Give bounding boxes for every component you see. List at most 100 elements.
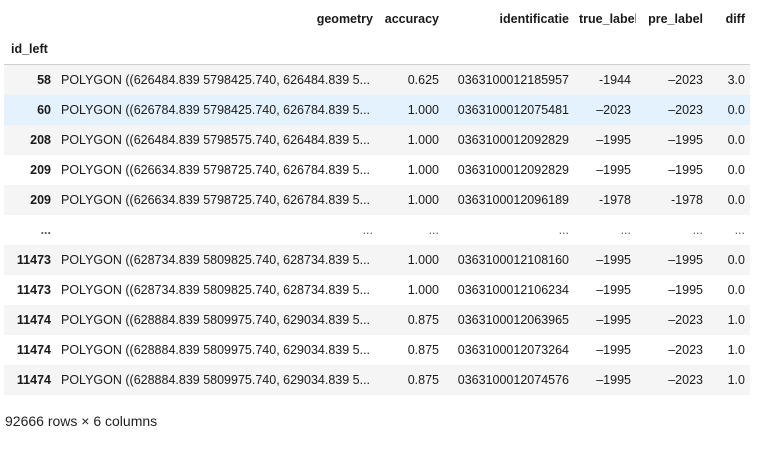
cell-diff: ... [734,222,745,237]
cell-true-label: –1995 [596,282,631,297]
column-header-accuracy: accuracy [384,12,439,26]
column-header-diff: diff [725,12,745,26]
cell-geometry: POLYGON ((628884.839 5809975.740, 629034… [61,342,371,357]
cell-accuracy: 1.000 [407,132,439,147]
cell-pre-label: -1978 [671,192,703,207]
table-row: 209 POLYGON ((626634.839 5798725.740, 62… [4,184,750,215]
cell-true-label: –1995 [596,342,631,357]
table-row-highlighted: 60 POLYGON ((626784.839 5798425.740, 626… [4,94,750,125]
cell-diff: 0.0 [727,192,745,207]
cell-diff: 0.0 [727,252,745,267]
table-row: 58 POLYGON ((626484.839 5798425.740, 626… [4,64,750,95]
cell-accuracy: 1.000 [407,102,439,117]
cell-true-label: -1944 [599,72,631,87]
cell-identificatie: 0363100012106234 [457,282,569,297]
cell-geometry: POLYGON ((628734.839 5809825.740, 628734… [61,282,371,297]
cell-identificatie: 0363100012075481 [457,102,569,117]
column-header-true-label: true_label [579,12,636,26]
cell-pre-label: –1995 [668,132,703,147]
cell-pre-label: –2023 [668,312,703,327]
cell-geometry: ... [362,222,373,237]
column-header-identificatie: identificatie [499,12,569,26]
dataframe-shape-footer: 92666 rows × 6 columns [5,413,158,429]
cell-accuracy: 1.000 [407,252,439,267]
cell-geometry: POLYGON ((626484.839 5798425.740, 626484… [61,72,371,87]
index-corner-cell [4,4,56,34]
cell-diff: 3.0 [727,72,745,87]
table-row: 11473 POLYGON ((628734.839 5809825.740, … [4,244,750,275]
cell-true-label: –1995 [596,162,631,177]
cell-diff: 1.0 [727,372,745,387]
row-index: 209 [30,162,51,177]
cell-identificatie: 0363100012092829 [457,162,569,177]
cell-accuracy: 1.000 [407,162,439,177]
row-index: 11474 [16,372,51,387]
cell-identificatie: 0363100012063965 [457,312,569,327]
cell-accuracy: 0.875 [407,312,439,327]
row-index: 11474 [16,312,51,327]
table-row: 11474 POLYGON ((628884.839 5809975.740, … [4,304,750,335]
cell-true-label: –1995 [596,252,631,267]
cell-identificatie: 0363100012185957 [457,72,569,87]
cell-pre-label: –1995 [668,252,703,267]
dataframe-body: 58 POLYGON ((626484.839 5798425.740, 626… [4,64,750,395]
cell-accuracy: 0.875 [407,342,439,357]
cell-geometry: POLYGON ((628884.839 5809975.740, 629034… [61,372,371,387]
cell-true-label: -1978 [599,192,631,207]
cell-geometry: POLYGON ((626784.839 5798425.740, 626784… [61,102,371,117]
table-row: 11474 POLYGON ((628884.839 5809975.740, … [4,335,750,365]
cell-diff: 0.0 [727,132,745,147]
index-header-row: id_left [4,34,750,65]
dataframe-output: geometry accuracy identificatie true_lab… [4,4,750,395]
cell-accuracy: 0.625 [407,72,439,87]
cell-accuracy: 0.875 [407,372,439,387]
cell-identificatie: 0363100012074576 [457,372,569,387]
cell-geometry: POLYGON ((626634.839 5798725.740, 626784… [61,162,371,177]
row-index: 58 [37,72,51,87]
table-row: 209 POLYGON ((626634.839 5798725.740, 62… [4,155,750,185]
cell-accuracy: 1.000 [407,282,439,297]
cell-geometry: POLYGON ((626484.839 5798575.740, 626484… [61,132,371,147]
cell-pre-label: ... [692,222,703,237]
cell-diff: 0.0 [727,102,745,117]
cell-identificatie: 0363100012092829 [457,132,569,147]
cell-pre-label: –2023 [668,342,703,357]
row-index: 60 [37,102,51,117]
cell-diff: 0.0 [727,162,745,177]
column-header-pre-label: pre_label [648,12,703,26]
cell-identificatie: 0363100012108160 [457,252,569,267]
cell-identificatie: 0363100012073264 [457,342,569,357]
cell-pre-label: –2023 [668,372,703,387]
row-index: 11474 [16,342,51,357]
cell-accuracy: 1.000 [407,192,439,207]
cell-pre-label: –2023 [668,72,703,87]
cell-geometry: POLYGON ((628884.839 5809975.740, 629034… [61,312,371,327]
table-row: 11473 POLYGON ((628734.839 5809825.740, … [4,275,750,305]
row-index: ... [40,222,51,237]
table-row: 11474 POLYGON ((628884.839 5809975.740, … [4,364,750,395]
row-index: 208 [30,132,51,147]
cell-accuracy: ... [428,222,439,237]
cell-geometry: POLYGON ((626634.839 5798725.740, 626784… [61,192,371,207]
cell-pre-label: –1995 [668,162,703,177]
table-row-ellipsis: ... ... ... ... ... ... ... [4,215,750,245]
cell-diff: 1.0 [727,342,745,357]
cell-identificatie: 0363100012096189 [457,192,569,207]
cell-true-label: –1995 [596,132,631,147]
cell-pre-label: –2023 [668,102,703,117]
cell-geometry: POLYGON ((628734.839 5809825.740, 628734… [61,252,371,267]
cell-diff: 1.0 [727,312,745,327]
cell-pre-label: –1995 [668,282,703,297]
cell-true-label: ... [620,222,631,237]
row-index: 11473 [16,252,51,267]
column-header-row: geometry accuracy identificatie true_lab… [4,4,750,34]
column-header-geometry: geometry [316,12,373,26]
row-index: 209 [30,192,51,207]
cell-diff: 0.0 [727,282,745,297]
cell-true-label: –1995 [596,372,631,387]
index-name-header: id_left [4,34,56,65]
cell-identificatie: ... [558,222,569,237]
table-row: 208 POLYGON ((626484.839 5798575.740, 62… [4,124,750,155]
cell-true-label: –1995 [596,312,631,327]
cell-true-label: –2023 [596,102,631,117]
